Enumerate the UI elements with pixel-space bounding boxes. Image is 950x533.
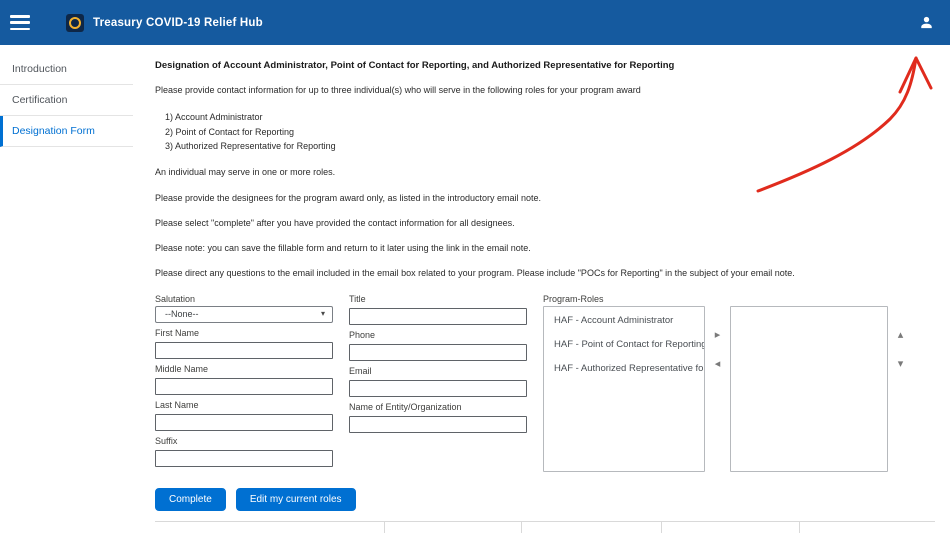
entity-label: Name of Entity/Organization [349,402,527,412]
salutation-value: --None-- [165,309,199,319]
salutation-field: Salutation --None-- ▾ [155,294,333,323]
first-name-field: First Name [155,328,333,359]
middle-name-field: Middle Name [155,364,333,395]
form-actions: Complete Edit my current roles [155,488,937,511]
last-name-input[interactable] [155,414,333,431]
entity-field: Name of Entity/Organization [349,402,527,433]
email-label: Email [349,366,527,376]
phone-input[interactable] [349,344,527,361]
suffix-label: Suffix [155,436,333,446]
suffix-input[interactable] [155,450,333,467]
salutation-label: Salutation [155,294,333,304]
app-title: Treasury COVID-19 Relief Hub [93,17,263,29]
first-name-input[interactable] [155,342,333,359]
phone-field: Phone [349,330,527,361]
roles-numbered-list: 1) Account Administrator 2) Point of Con… [165,110,937,153]
hamburger-menu-icon[interactable] [10,15,30,30]
note-one-or-more-roles: An individual may serve in one or more r… [155,167,937,178]
table-cell [385,522,522,533]
last-name-label: Last Name [155,400,333,410]
program-roles-selected-listbox[interactable] [730,306,888,472]
sidebar-item-designation-form[interactable]: Designation Form [0,116,133,147]
program-role-option-point-of-contact[interactable]: HAF - Point of Contact for Reporting [544,331,704,355]
suffix-field: Suffix [155,436,333,467]
move-down-icon[interactable]: ▾ [898,359,904,370]
sidebar-item-introduction[interactable]: Introduction [0,54,133,85]
entity-input[interactable] [349,416,527,433]
move-buttons: ▸ ◂ [705,306,730,370]
header: Treasury COVID-19 Relief Hub [0,0,950,45]
program-roles-picker: Program-Roles HAF - Account Administrato… [543,294,913,472]
last-name-field: Last Name [155,400,333,431]
user-icon[interactable] [919,15,934,30]
table-cell [155,522,385,533]
roles-list-item-2: 2) Point of Contact for Reporting [165,125,937,139]
edit-current-roles-button[interactable]: Edit my current roles [236,488,356,511]
treasury-seal-icon [66,14,84,32]
note-designees: Please provide the designees for the pro… [155,193,937,204]
reorder-buttons: ▴ ▾ [888,306,913,370]
complete-button[interactable]: Complete [155,488,226,511]
move-right-icon[interactable]: ▸ [715,330,721,341]
note-select-complete: Please select "complete" after you have … [155,218,937,229]
table-fragment [155,521,935,533]
middle-name-label: Middle Name [155,364,333,374]
chevron-down-icon: ▾ [321,310,325,318]
intro-text: Please provide contact information for u… [155,85,937,96]
sidebar: Introduction Certification Designation F… [0,45,133,147]
table-cell [662,522,800,533]
move-up-icon[interactable]: ▴ [898,330,904,341]
table-cell [800,522,935,533]
program-roles-label: Program-Roles [543,294,913,304]
main-content: Designation of Account Administrator, Po… [155,60,937,511]
user-icon-glyph [919,15,934,30]
dual-listbox: HAF - Account Administrator HAF - Point … [543,306,913,472]
program-role-option-authorized-representative[interactable]: HAF - Authorized Representative fo... [544,355,704,379]
table-cell [522,522,662,533]
form-column-middle: Title Phone Email Name of Entity/Organiz… [349,294,527,472]
roles-list-item-3: 3) Authorized Representative for Reporti… [165,139,937,153]
page-title: Designation of Account Administrator, Po… [155,60,937,71]
designation-form: Salutation --None-- ▾ First Name Middle … [155,294,937,472]
program-roles-available-listbox[interactable]: HAF - Account Administrator HAF - Point … [543,306,705,472]
program-role-option-account-administrator[interactable]: HAF - Account Administrator [544,307,704,331]
move-left-icon[interactable]: ◂ [715,359,721,370]
roles-list-item-1: 1) Account Administrator [165,110,937,124]
phone-label: Phone [349,330,527,340]
note-questions: Please direct any questions to the email… [155,268,937,279]
email-field: Email [349,366,527,397]
salutation-select[interactable]: --None-- ▾ [155,306,333,323]
email-input[interactable] [349,380,527,397]
form-column-left: Salutation --None-- ▾ First Name Middle … [155,294,333,472]
title-input[interactable] [349,308,527,325]
title-field: Title [349,294,527,325]
middle-name-input[interactable] [155,378,333,395]
title-label: Title [349,294,527,304]
note-save-form: Please note: you can save the fillable f… [155,243,937,254]
first-name-label: First Name [155,328,333,338]
sidebar-item-certification[interactable]: Certification [0,85,133,116]
